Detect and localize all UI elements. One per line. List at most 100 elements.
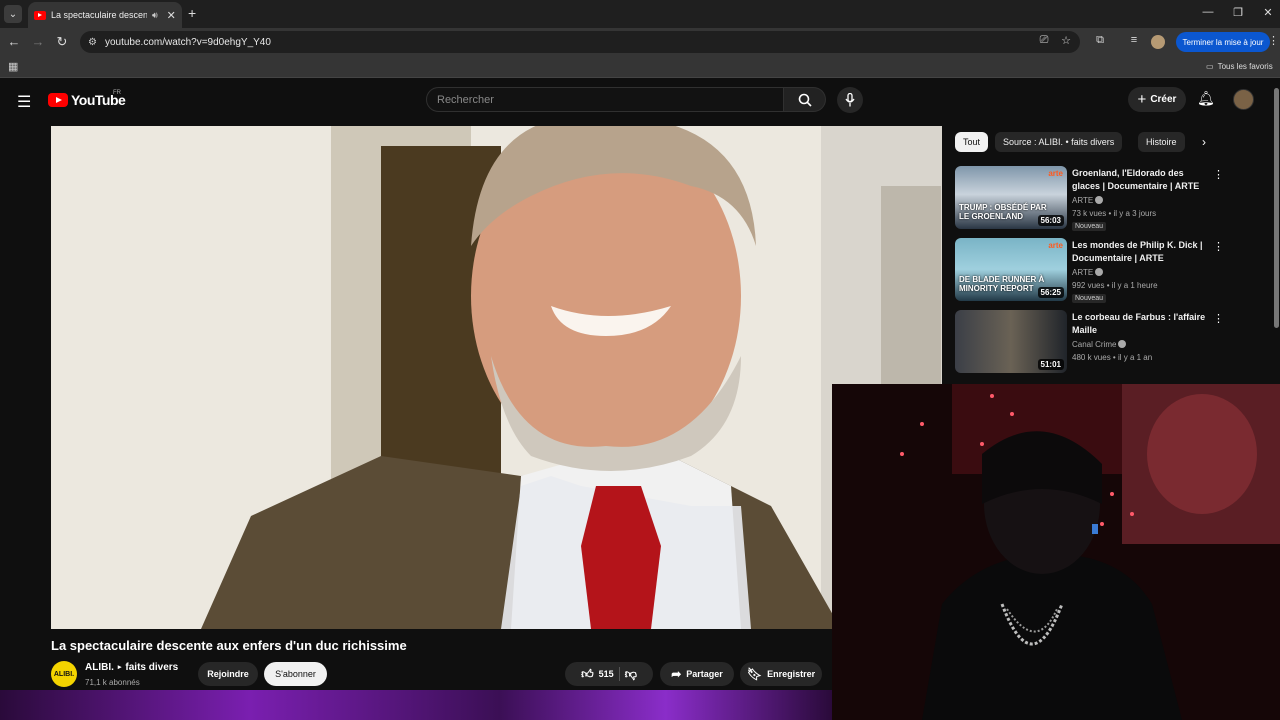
- all-bookmarks-label: Tous les favoris: [1217, 62, 1273, 71]
- folder-icon: ▭: [1206, 62, 1214, 71]
- video-thumbnail[interactable]: 51:01: [955, 310, 1067, 373]
- video-thumbnail[interactable]: arte TRUMP : OBSÉDÉ PAR LE GROENLAND 56:…: [955, 166, 1067, 229]
- save-button[interactable]: 🔖︎ Enregistrer: [740, 662, 822, 686]
- save-label: Enregistrer: [767, 669, 816, 679]
- all-bookmarks-folder[interactable]: ▭ Tous les favoris: [1206, 62, 1273, 71]
- recommendation-title[interactable]: Les mondes de Philip K. Dick | Documenta…: [1072, 239, 1206, 265]
- youtube-favicon-icon: [34, 10, 46, 20]
- video-title: La spectaculaire descente aux enfers d'u…: [51, 638, 407, 653]
- browser-tab[interactable]: La spectaculaire descente aux enfers d'u…: [28, 2, 182, 28]
- channel-tag[interactable]: faits divers: [125, 662, 178, 674]
- minimize-icon[interactable]: —: [1198, 6, 1218, 18]
- plus-icon: +: [1137, 91, 1147, 108]
- new-badge: Nouveau: [1072, 294, 1107, 303]
- background-video-strip: [0, 690, 832, 720]
- share-arrow-icon: ➦: [671, 667, 682, 681]
- apps-grid-icon[interactable]: ▦: [8, 60, 18, 73]
- url-text: youtube.com/watch?v=9d0ehgY_Y40: [104, 36, 271, 48]
- search-icon: [798, 93, 812, 107]
- voice-search-button[interactable]: [837, 87, 863, 113]
- address-bar[interactable]: ⚙︎ youtube.com/watch?v=9d0ehgY_Y40: [80, 31, 1080, 53]
- join-button[interactable]: Rejoindre: [198, 662, 258, 686]
- arte-logo: arte: [1048, 169, 1063, 178]
- notifications-bell-icon[interactable]: 🔔︎: [1197, 90, 1215, 107]
- video-frame: [51, 126, 942, 629]
- channel-label: ARTE: [1072, 196, 1094, 205]
- verified-icon: [1095, 268, 1104, 276]
- update-button[interactable]: Terminer la mise à jour: [1176, 32, 1270, 52]
- chip-all[interactable]: Tout: [955, 132, 989, 152]
- maximize-icon[interactable]: ❐: [1228, 6, 1248, 19]
- recommendation-channel[interactable]: ARTE: [1072, 196, 1104, 205]
- channel-label: ARTE: [1072, 268, 1094, 277]
- more-actions-icon[interactable]: ⋮: [1213, 240, 1224, 253]
- chevron-down-icon: ⌄: [8, 8, 18, 20]
- create-button[interactable]: + Créer: [1128, 87, 1186, 112]
- recommendation-item[interactable]: arte DE BLADE RUNNER À MINORITY REPORT 5…: [955, 238, 1265, 303]
- bookmark-icon: 🔖︎: [746, 667, 763, 681]
- create-label: Créer: [1150, 94, 1177, 105]
- channel-name-line[interactable]: ALIBI. ▸ faits divers: [85, 662, 178, 674]
- reading-list-icon[interactable]: ≡: [1126, 34, 1142, 46]
- arte-logo: arte: [1048, 241, 1063, 250]
- divider: [618, 667, 620, 681]
- close-tab-icon[interactable]: ✕: [167, 9, 176, 22]
- recommendation-channel[interactable]: Canal Crime: [1072, 340, 1127, 349]
- bookmark-star-icon[interactable]: ☆: [1058, 34, 1074, 47]
- back-icon[interactable]: ←: [6, 34, 22, 49]
- chip-history[interactable]: Histoire: [1138, 132, 1185, 152]
- channel-avatar-logo: ALIBI.: [53, 670, 75, 678]
- more-actions-icon[interactable]: ⋮: [1213, 168, 1224, 181]
- new-badge: Nouveau: [1072, 222, 1107, 231]
- reload-icon[interactable]: ↻: [54, 34, 70, 50]
- chevron-right-icon[interactable]: ›: [1202, 135, 1206, 149]
- like-button[interactable]: 👍︎ 515: [581, 667, 614, 682]
- site-info-icon[interactable]: ⚙︎: [88, 37, 97, 48]
- menu-icon[interactable]: ☰: [17, 92, 31, 112]
- chip-source[interactable]: Source : ALIBI. • faits divers: [995, 132, 1123, 152]
- bookmarks-bar: [0, 56, 1280, 78]
- video-duration: 51:01: [1037, 359, 1064, 370]
- subscriber-count: 71,1 k abonnés: [85, 678, 140, 687]
- share-button[interactable]: ➦ Partager: [660, 662, 734, 686]
- verified-icon: [1118, 340, 1127, 348]
- recommendation-meta: 480 k vues • il y a 1 an: [1072, 353, 1153, 362]
- search-input[interactable]: Rechercher: [426, 87, 784, 112]
- subscribe-button[interactable]: S'abonner: [264, 662, 327, 686]
- recommendation-channel[interactable]: ARTE: [1072, 268, 1104, 277]
- tab-search-button[interactable]: ⌄: [4, 5, 22, 23]
- webcam-frame: [832, 384, 1280, 720]
- search-button[interactable]: [784, 87, 826, 112]
- share-label: Partager: [686, 669, 723, 679]
- recommendation-item[interactable]: 51:01 Le corbeau de Farbus : l'affaire M…: [955, 310, 1265, 374]
- recommendation-item[interactable]: arte TRUMP : OBSÉDÉ PAR LE GROENLAND 56:…: [955, 166, 1265, 231]
- recommendation-title[interactable]: Le corbeau de Farbus : l'affaire Maille: [1072, 311, 1206, 337]
- youtube-play-icon: [48, 93, 68, 107]
- more-options-icon[interactable]: ⋮: [1268, 34, 1279, 47]
- extensions-icon[interactable]: ⧉: [1092, 34, 1108, 47]
- thumbs-up-icon: 👍︎: [581, 666, 594, 681]
- webcam-overlay: [832, 384, 1280, 720]
- video-duration: 56:03: [1037, 215, 1064, 226]
- thumbs-down-icon[interactable]: 👎︎: [625, 667, 637, 682]
- recommendation-title[interactable]: Groenland, l'Eldorado des glaces | Docum…: [1072, 167, 1206, 193]
- microphone-icon: [845, 93, 855, 107]
- cast-icon[interactable]: ⎚: [1036, 34, 1052, 47]
- video-thumbnail[interactable]: arte DE BLADE RUNNER À MINORITY REPORT 5…: [955, 238, 1067, 301]
- channel-label: Canal Crime: [1072, 340, 1117, 349]
- like-count: 515: [598, 669, 614, 679]
- forward-icon[interactable]: →: [30, 34, 46, 49]
- profile-avatar[interactable]: [1151, 35, 1165, 49]
- new-tab-button[interactable]: +: [188, 5, 196, 21]
- video-player[interactable]: [51, 126, 942, 629]
- user-avatar[interactable]: [1233, 89, 1254, 110]
- tab-title: La spectaculaire descente aux enfers d'u…: [51, 10, 147, 20]
- close-window-icon[interactable]: ✕: [1258, 6, 1278, 19]
- page-scrollbar[interactable]: [1274, 88, 1279, 328]
- speaker-icon[interactable]: 🔊︎: [152, 10, 158, 21]
- channel-avatar[interactable]: ALIBI.: [51, 661, 77, 687]
- more-actions-icon[interactable]: ⋮: [1213, 312, 1224, 325]
- country-code: FR: [113, 90, 121, 96]
- video-duration: 56:25: [1037, 287, 1064, 298]
- channel-name[interactable]: ALIBI.: [85, 662, 114, 674]
